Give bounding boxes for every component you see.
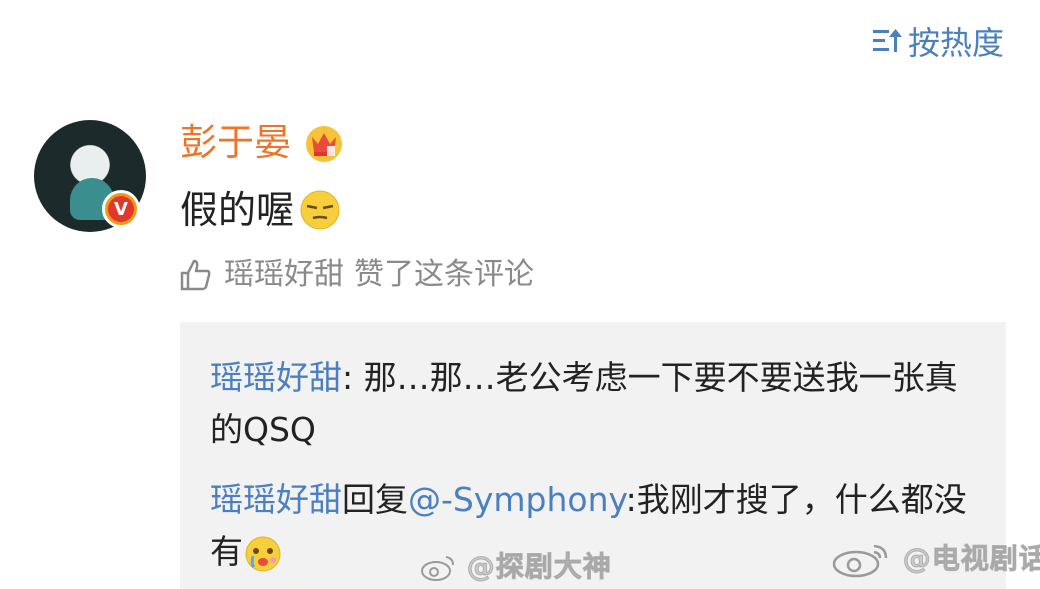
watermark-right: @电视剧话 (830, 537, 1040, 578)
tearful-emoji-icon (245, 536, 281, 571)
liked-by-user[interactable]: 瑶瑶好甜 (224, 252, 344, 298)
reply-user[interactable]: 瑶瑶好甜 (210, 480, 342, 519)
liked-by-line: 瑶瑶好甜 赞了这条评论 (178, 252, 534, 298)
sort-by-heat-button[interactable]: 按热度 (872, 18, 1004, 64)
verified-badge-icon: V (102, 190, 140, 228)
thumbs-up-icon[interactable] (178, 257, 214, 293)
weibo-logo-icon (832, 544, 888, 578)
reply-user[interactable]: 瑶瑶好甜 (210, 358, 342, 397)
watermark-left-text: @探剧大神 (466, 550, 612, 584)
comment-author[interactable]: 彭于晏 (180, 118, 345, 168)
sort-label: 按热度 (907, 24, 1004, 62)
watermark-left: @探剧大神 (420, 545, 612, 585)
weibo-logo-icon (421, 556, 454, 581)
comment-text-line: 假的喔 (180, 182, 342, 238)
reply-separator: : (342, 358, 354, 397)
username[interactable]: 彭于晏 (180, 118, 291, 168)
squint-emoji-icon (300, 190, 340, 230)
liked-text: 赞了这条评论 (354, 257, 534, 292)
reply-item: 瑶瑶好甜: 那…那…老公考虑一下要不要送我一张真的QSQ (210, 352, 976, 456)
watermark-right-text: @电视剧话 (902, 542, 1040, 576)
mention-link[interactable]: @-Symphony (408, 480, 626, 519)
verified-badge-letter: V (108, 196, 134, 222)
crown-badge-icon (306, 126, 342, 162)
comment-text: 假的喔 (180, 188, 295, 232)
reply-word: 回复 (342, 480, 408, 519)
sort-icon (872, 29, 902, 52)
